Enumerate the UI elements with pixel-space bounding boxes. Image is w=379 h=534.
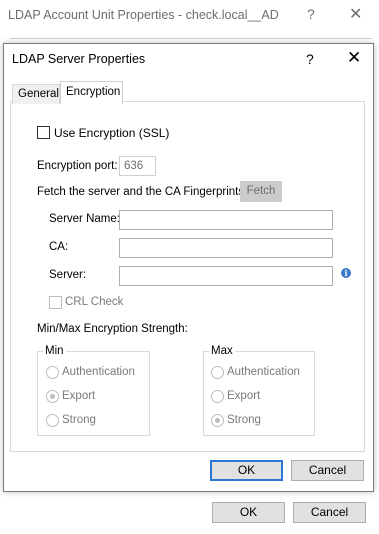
server-field[interactable] [119,266,333,286]
fetch-fingerprints-label: Fetch the server and the CA Fingerprints… [37,186,248,198]
min-authentication-radio[interactable] [46,366,59,379]
ca-field[interactable] [119,238,333,258]
use-encryption-checkbox[interactable] [37,126,50,139]
encryption-port-label: Encryption port: [37,160,118,172]
crl-check-label[interactable]: CRL Check [65,296,123,308]
tab-general[interactable]: General [12,84,60,104]
server-label: Server: [49,269,87,281]
max-authentication-radio[interactable] [211,366,224,379]
min-group-title: Min [43,345,66,357]
use-encryption-label[interactable]: Use Encryption (SSL) [54,126,169,140]
ok-button[interactable]: OK [210,460,283,481]
min-strong-radio[interactable] [46,414,59,427]
crl-check-checkbox[interactable] [49,296,62,309]
parent-cancel-button[interactable]: Cancel [293,502,366,523]
min-authentication-label[interactable]: Authentication [62,366,135,378]
min-strong-label[interactable]: Strong [62,414,96,426]
encryption-strength-label: Min/Max Encryption Strength: [37,323,188,335]
info-icon[interactable]: i [341,268,351,278]
min-export-label[interactable]: Export [62,390,95,402]
min-export-radio[interactable] [46,390,59,403]
parent-help-icon[interactable]: ? [307,6,315,22]
cancel-button[interactable]: Cancel [291,460,364,481]
encryption-port-field[interactable]: 636 [119,156,156,176]
dialog-title: LDAP Server Properties [12,52,146,66]
help-icon[interactable]: ? [306,51,314,67]
max-strong-radio[interactable] [211,414,224,427]
server-name-field[interactable] [119,210,333,230]
max-group-title: Max [209,345,235,357]
parent-dialog-title: LDAP Account Unit Properties - check.loc… [8,8,279,22]
fetch-button[interactable]: Fetch [240,181,282,202]
parent-close-icon[interactable]: ✕ [349,4,362,24]
max-authentication-label[interactable]: Authentication [227,366,300,378]
close-icon[interactable]: ✕ [347,48,361,68]
max-export-radio[interactable] [211,390,224,403]
server-name-label: Server Name: [49,213,120,225]
parent-ok-button[interactable]: OK [212,502,285,523]
max-export-label[interactable]: Export [227,390,260,402]
max-strong-label[interactable]: Strong [227,414,261,426]
ca-label: CA: [49,241,69,253]
tab-encryption[interactable]: Encryption [60,81,123,104]
